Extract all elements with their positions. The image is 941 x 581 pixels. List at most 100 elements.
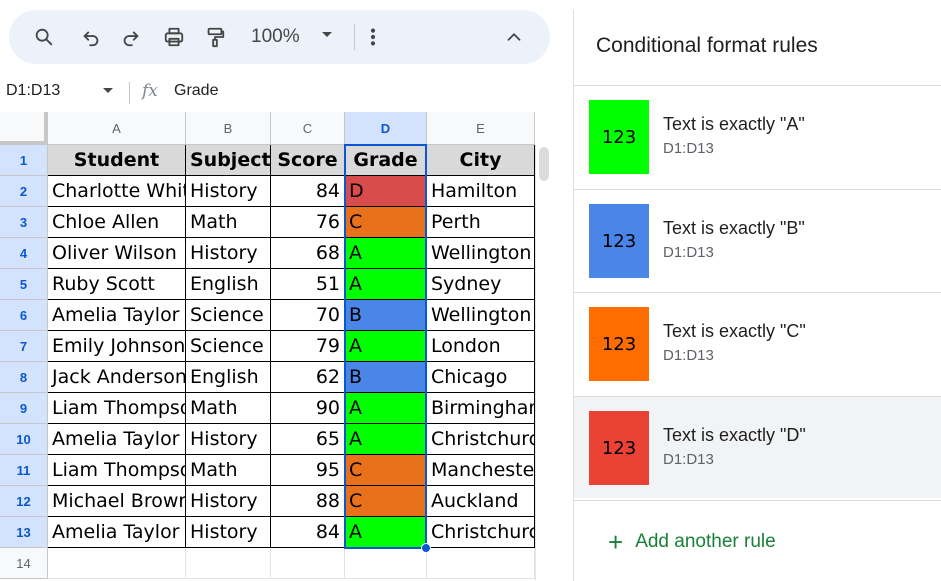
row-header-2[interactable]: 2 xyxy=(0,176,48,207)
row-header-9[interactable]: 9 xyxy=(0,393,48,424)
rule-item[interactable]: 123 Text is exactly "A" D1:D13 xyxy=(574,85,941,187)
score-cell[interactable]: 90 xyxy=(271,393,345,424)
row-header-6[interactable]: 6 xyxy=(0,300,48,331)
empty-cell[interactable] xyxy=(48,548,186,579)
subject-cell[interactable]: English xyxy=(186,269,271,300)
scrollbar-thumb[interactable] xyxy=(539,147,549,181)
city-cell[interactable]: Birmingham xyxy=(427,393,535,424)
score-cell[interactable]: 79 xyxy=(271,331,345,362)
city-cell[interactable]: Hamilton xyxy=(427,176,535,207)
column-header-b[interactable]: B xyxy=(186,112,271,145)
rule-item[interactable]: 123 Text is exactly "C" D1:D13 xyxy=(574,292,941,394)
empty-cell[interactable] xyxy=(427,548,535,579)
zoom-select[interactable]: 100% xyxy=(249,23,345,51)
row-header-10[interactable]: 10 xyxy=(0,424,48,455)
grade-cell[interactable]: A xyxy=(345,331,427,362)
more-vert-icon[interactable] xyxy=(359,23,387,51)
undo-icon[interactable] xyxy=(77,23,105,51)
empty-cell[interactable] xyxy=(345,548,427,579)
select-all-corner[interactable] xyxy=(0,112,48,145)
city-cell[interactable]: Wellington xyxy=(427,238,535,269)
row-header-3[interactable]: 3 xyxy=(0,207,48,238)
search-icon[interactable] xyxy=(30,23,58,51)
student-cell[interactable]: Oliver Wilson xyxy=(48,238,186,269)
student-cell[interactable]: Charlotte White xyxy=(48,176,186,207)
score-cell[interactable]: 70 xyxy=(271,300,345,331)
city-cell[interactable]: Christchurch xyxy=(427,517,535,548)
rule-item[interactable]: 123 Text is exactly "D" D1:D13 xyxy=(574,396,941,498)
score-cell[interactable]: 51 xyxy=(271,269,345,300)
column-header-e[interactable]: E xyxy=(427,112,535,145)
spreadsheet-grid[interactable]: A B C D E 1 2 3 4 5 6 7 8 9 10 11 12 13 14 Student Subject Sc… xyxy=(0,112,550,581)
subject-cell[interactable]: Math xyxy=(186,393,271,424)
subject-cell[interactable]: History xyxy=(186,238,271,269)
header-cell-student[interactable]: Student xyxy=(48,145,186,176)
city-cell[interactable]: Chicago xyxy=(427,362,535,393)
subject-cell[interactable]: History xyxy=(186,517,271,548)
row-header-11[interactable]: 11 xyxy=(0,455,48,486)
grade-cell[interactable]: C xyxy=(345,486,427,517)
row-header-14[interactable]: 14 xyxy=(0,548,48,579)
student-cell[interactable]: Amelia Taylor xyxy=(48,300,186,331)
subject-cell[interactable]: Math xyxy=(186,455,271,486)
name-box-caret-icon[interactable] xyxy=(102,87,114,95)
header-cell-subject[interactable]: Subject xyxy=(186,145,271,176)
add-rule-button[interactable]: + Add another rule xyxy=(608,528,776,556)
city-cell[interactable]: Wellington xyxy=(427,300,535,331)
score-cell[interactable]: 84 xyxy=(271,517,345,548)
header-cell-city[interactable]: City xyxy=(427,145,535,176)
student-cell[interactable]: Jack Anderson xyxy=(48,362,186,393)
student-cell[interactable]: Chloe Allen xyxy=(48,207,186,238)
vertical-scrollbar[interactable] xyxy=(535,145,550,581)
column-header-a[interactable]: A xyxy=(48,112,186,145)
student-cell[interactable]: Ruby Scott xyxy=(48,269,186,300)
column-header-d[interactable]: D xyxy=(345,112,427,145)
score-cell[interactable]: 76 xyxy=(271,207,345,238)
empty-cell[interactable] xyxy=(271,548,345,579)
student-cell[interactable]: Michael Brown xyxy=(48,486,186,517)
subject-cell[interactable]: Math xyxy=(186,207,271,238)
row-header-5[interactable]: 5 xyxy=(0,269,48,300)
empty-cell[interactable] xyxy=(186,548,271,579)
chevron-up-icon[interactable] xyxy=(500,23,528,51)
score-cell[interactable]: 84 xyxy=(271,176,345,207)
city-cell[interactable]: Auckland xyxy=(427,486,535,517)
grade-cell[interactable]: A xyxy=(345,424,427,455)
score-cell[interactable]: 65 xyxy=(271,424,345,455)
score-cell[interactable]: 95 xyxy=(271,455,345,486)
grade-cell[interactable]: A xyxy=(345,393,427,424)
row-header-1[interactable]: 1 xyxy=(0,145,48,176)
city-cell[interactable]: Manchester xyxy=(427,455,535,486)
name-box[interactable]: D1:D13 xyxy=(6,82,60,100)
header-cell-score[interactable]: Score xyxy=(271,145,345,176)
score-cell[interactable]: 68 xyxy=(271,238,345,269)
city-cell[interactable]: Sydney xyxy=(427,269,535,300)
student-cell[interactable]: Liam Thompson xyxy=(48,393,186,424)
row-header-4[interactable]: 4 xyxy=(0,238,48,269)
grade-cell[interactable]: B xyxy=(345,362,427,393)
grade-cell[interactable]: A xyxy=(345,517,427,548)
city-cell[interactable]: London xyxy=(427,331,535,362)
grade-cell[interactable]: C xyxy=(345,207,427,238)
student-cell[interactable]: Liam Thompson xyxy=(48,455,186,486)
subject-cell[interactable]: English xyxy=(186,362,271,393)
column-header-c[interactable]: C xyxy=(271,112,345,145)
paint-format-icon[interactable] xyxy=(201,23,229,51)
row-header-7[interactable]: 7 xyxy=(0,331,48,362)
score-cell[interactable]: 88 xyxy=(271,486,345,517)
subject-cell[interactable]: History xyxy=(186,486,271,517)
subject-cell[interactable]: Science xyxy=(186,300,271,331)
city-cell[interactable]: Perth xyxy=(427,207,535,238)
redo-icon[interactable] xyxy=(117,23,145,51)
city-cell[interactable]: Christchurch xyxy=(427,424,535,455)
row-header-13[interactable]: 13 xyxy=(0,517,48,548)
student-cell[interactable]: Emily Johnson xyxy=(48,331,186,362)
row-header-12[interactable]: 12 xyxy=(0,486,48,517)
formula-input[interactable]: Grade xyxy=(174,82,218,100)
subject-cell[interactable]: Science xyxy=(186,331,271,362)
score-cell[interactable]: 62 xyxy=(271,362,345,393)
subject-cell[interactable]: History xyxy=(186,424,271,455)
grade-cell[interactable]: A xyxy=(345,238,427,269)
row-header-8[interactable]: 8 xyxy=(0,362,48,393)
grade-cell[interactable]: D xyxy=(345,176,427,207)
